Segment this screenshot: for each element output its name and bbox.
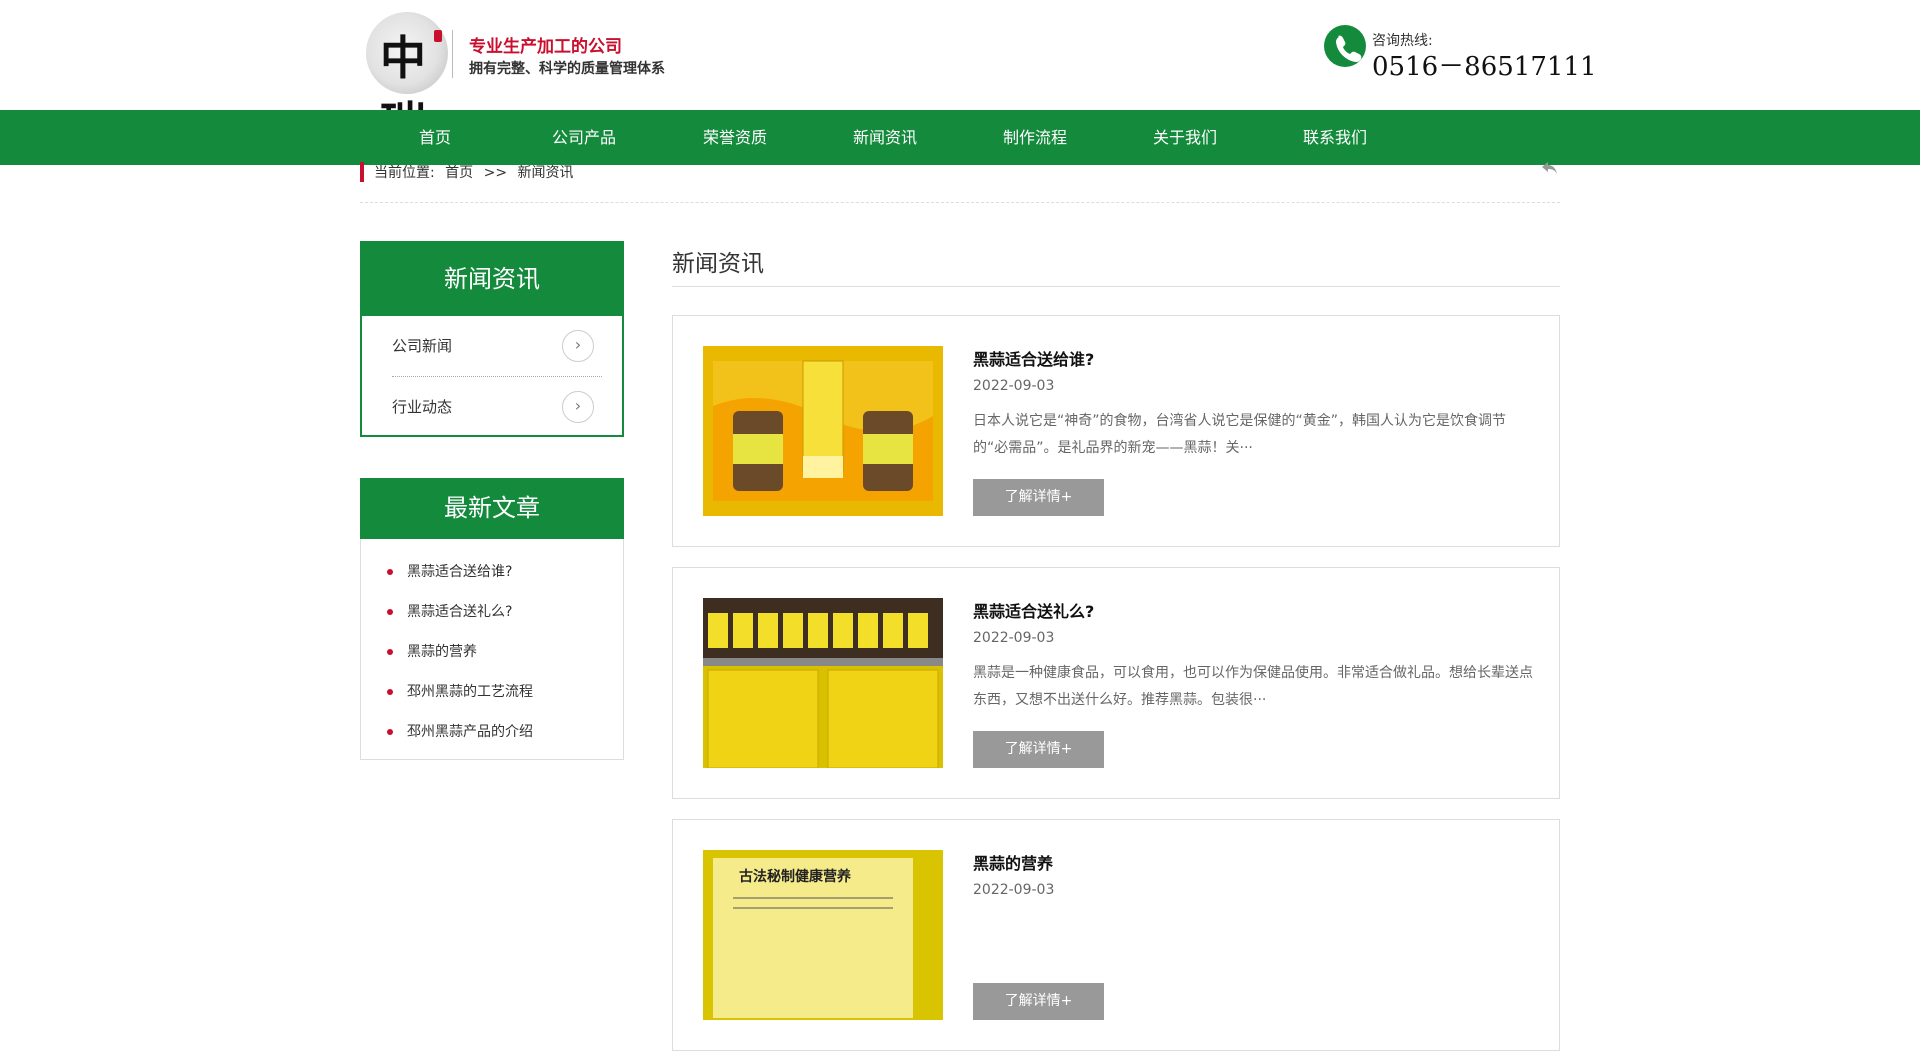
latest-article-link[interactable]: 邳州黑蒜产品的介绍 (387, 721, 533, 741)
hotline-number: 0516－86517111 (1372, 52, 1597, 82)
sidebar-category-box: 新闻资讯 公司新闻 › 行业动态 › (360, 241, 624, 437)
latest-article-link[interactable]: 邳州黑蒜的工艺流程 (387, 681, 533, 701)
bullet-icon (387, 569, 393, 575)
sidebar-category-title: 新闻资讯 (362, 243, 622, 316)
latest-article-link[interactable]: 黑蒜适合送礼么? (387, 601, 512, 621)
nav-item-contact[interactable]: 联系我们 (1275, 110, 1395, 165)
header-divider (452, 30, 453, 78)
article-summary: 日本人说它是“神奇”的食物，台湾省人说它是保健的“黄金”，韩国人认为它是饮食调节… (973, 413, 1507, 456)
article-summary: 黑蒜是一种健康食品，可以食用，也可以作为保健品使用。非常适合做礼品。想给长辈送点… (973, 665, 1533, 708)
breadcrumb-separator: >> (483, 165, 508, 181)
read-more-button[interactable]: 了解详情+ (973, 479, 1104, 516)
title-divider (672, 286, 1560, 287)
main-nav: 首页 公司产品 荣誉资质 新闻资讯 制作流程 关于我们 联系我们 (0, 110, 1920, 165)
chevron-right-icon: › (562, 330, 594, 362)
latest-article-title: 邳州黑蒜产品的介绍 (407, 724, 533, 740)
breadcrumb-home-link[interactable]: 首页 (445, 165, 473, 181)
breadcrumb-current: 新闻资讯 (517, 165, 574, 181)
page-title: 新闻资讯 (672, 251, 764, 277)
breadcrumb: 当前位置: 首页 >> 新闻资讯 (374, 162, 580, 182)
nav-item-process[interactable]: 制作流程 (975, 110, 1095, 165)
bullet-icon (387, 729, 393, 735)
bullet-icon (387, 609, 393, 615)
latest-article-title: 黑蒜适合送礼么? (407, 604, 513, 620)
slogan-sub: 拥有完整、科学的质量管理体系 (469, 61, 665, 77)
article-card: 黑蒜适合送礼么? 2022-09-03 黑蒜是一种健康食品，可以食用，也可以作为… (672, 567, 1560, 799)
back-icon[interactable] (1540, 158, 1560, 178)
phone-icon (1324, 25, 1366, 67)
sidebar-item-label: 公司新闻 (392, 337, 453, 355)
bullet-icon (387, 649, 393, 655)
nav-item-honors[interactable]: 荣誉资质 (675, 110, 795, 165)
sidebar-item-company-news[interactable]: 公司新闻 › (392, 316, 602, 376)
bullet-icon (387, 689, 393, 695)
breadcrumb-divider (360, 202, 1560, 203)
nav-item-news[interactable]: 新闻资讯 (825, 110, 945, 165)
breadcrumb-marker (360, 162, 364, 182)
article-card: 古法秘制健康营养 黑蒜的营养 2022-09-03 了解详情+ (672, 819, 1560, 1051)
article-title[interactable]: 黑蒜适合送给谁? (973, 346, 1094, 370)
article-date: 2022-09-03 (973, 630, 1055, 646)
article-title[interactable]: 黑蒜适合送礼么? (973, 598, 1094, 622)
latest-article-title: 黑蒜的营养 (407, 644, 477, 660)
latest-article-title: 邳州黑蒜的工艺流程 (407, 684, 533, 700)
sidebar-item-label: 行业动态 (392, 398, 453, 416)
slogan-main: 专业生产加工的公司 (469, 37, 622, 57)
article-card: 黑蒜适合送给谁? 2022-09-03 日本人说它是“神奇”的食物，台湾省人说它… (672, 315, 1560, 547)
article-image[interactable] (703, 346, 943, 516)
latest-article-title: 黑蒜适合送给谁? (407, 564, 513, 580)
nav-item-about[interactable]: 关于我们 (1125, 110, 1245, 165)
nav-item-home[interactable]: 首页 (375, 110, 495, 165)
article-date: 2022-09-03 (973, 378, 1055, 394)
article-title[interactable]: 黑蒜的营养 (973, 850, 1053, 874)
article-image[interactable]: 古法秘制健康营养 (703, 850, 943, 1020)
nav-item-products[interactable]: 公司产品 (524, 110, 644, 165)
breadcrumb-label: 当前位置: (374, 165, 435, 181)
latest-article-link[interactable]: 黑蒜的营养 (387, 641, 477, 661)
sidebar-item-industry-news[interactable]: 行业动态 › (392, 377, 602, 437)
sidebar-latest-title: 最新文章 (360, 478, 624, 539)
latest-article-link[interactable]: 黑蒜适合送给谁? (387, 561, 512, 581)
article-image[interactable] (703, 598, 943, 768)
article-image-caption: 古法秘制健康营养 (739, 869, 851, 885)
site-logo[interactable]: 中瑞 (366, 12, 448, 151)
article-date: 2022-09-03 (973, 882, 1055, 898)
chevron-right-icon: › (562, 391, 594, 423)
read-more-button[interactable]: 了解详情+ (973, 731, 1104, 768)
read-more-button[interactable]: 了解详情+ (973, 983, 1104, 1020)
logo-seal (434, 30, 442, 42)
sidebar-latest-box: 最新文章 黑蒜适合送给谁? 黑蒜适合送礼么? 黑蒜的营养 邳州黑蒜的工艺流程 邳… (360, 478, 624, 760)
